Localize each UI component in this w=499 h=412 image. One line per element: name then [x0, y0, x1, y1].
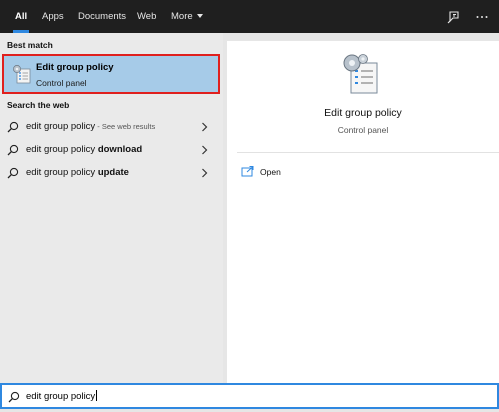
feedback-icon[interactable] [445, 9, 461, 25]
best-match-title: Edit group policy [36, 62, 114, 73]
search-icon [7, 144, 19, 156]
tab-more-label: More [171, 11, 193, 22]
chevron-right-icon[interactable] [201, 122, 208, 132]
search-box[interactable]: edit group policy [0, 383, 499, 409]
results-pane: Best match Edit group policy Control pan… [0, 33, 223, 383]
search-icon [8, 391, 20, 403]
web-header: Search the web [7, 100, 70, 110]
open-label: Open [260, 167, 281, 177]
tab-more[interactable]: More [171, 0, 203, 33]
group-policy-icon [13, 65, 31, 84]
web-result-row[interactable]: edit group policy download [0, 139, 223, 161]
chevron-down-icon [196, 14, 203, 18]
best-match-header: Best match [7, 40, 53, 50]
search-scope-bar: All Apps Documents Web More [0, 0, 499, 33]
open-icon [241, 166, 254, 177]
web-result-row[interactable]: edit group policy update [0, 162, 223, 184]
web-result-row[interactable]: edit group policy - See web results [0, 116, 223, 138]
text-cursor [96, 390, 98, 401]
search-input[interactable]: edit group policy [26, 390, 98, 402]
detail-pane: Edit group policy Control panel Open [227, 41, 499, 383]
chevron-right-icon[interactable] [201, 168, 208, 178]
best-match-result[interactable]: Edit group policy Control panel [2, 54, 220, 94]
more-options-icon[interactable] [474, 9, 490, 25]
search-icon [7, 167, 19, 179]
detail-title: Edit group policy [324, 107, 402, 119]
tab-apps[interactable]: Apps [42, 0, 64, 33]
tab-documents[interactable]: Documents [78, 0, 126, 33]
search-icon [7, 121, 19, 133]
web-result-text: edit group policy download [26, 144, 143, 155]
tab-web[interactable]: Web [137, 0, 156, 33]
detail-subtitle: Control panel [337, 125, 389, 135]
tab-all[interactable]: All [12, 0, 30, 33]
divider [237, 152, 499, 153]
web-result-text: edit group policy - See web results [26, 121, 156, 132]
web-result-text: edit group policy update [26, 167, 129, 178]
group-policy-icon [343, 54, 378, 94]
best-match-subtitle: Control panel [36, 78, 87, 88]
chevron-right-icon[interactable] [201, 145, 208, 155]
